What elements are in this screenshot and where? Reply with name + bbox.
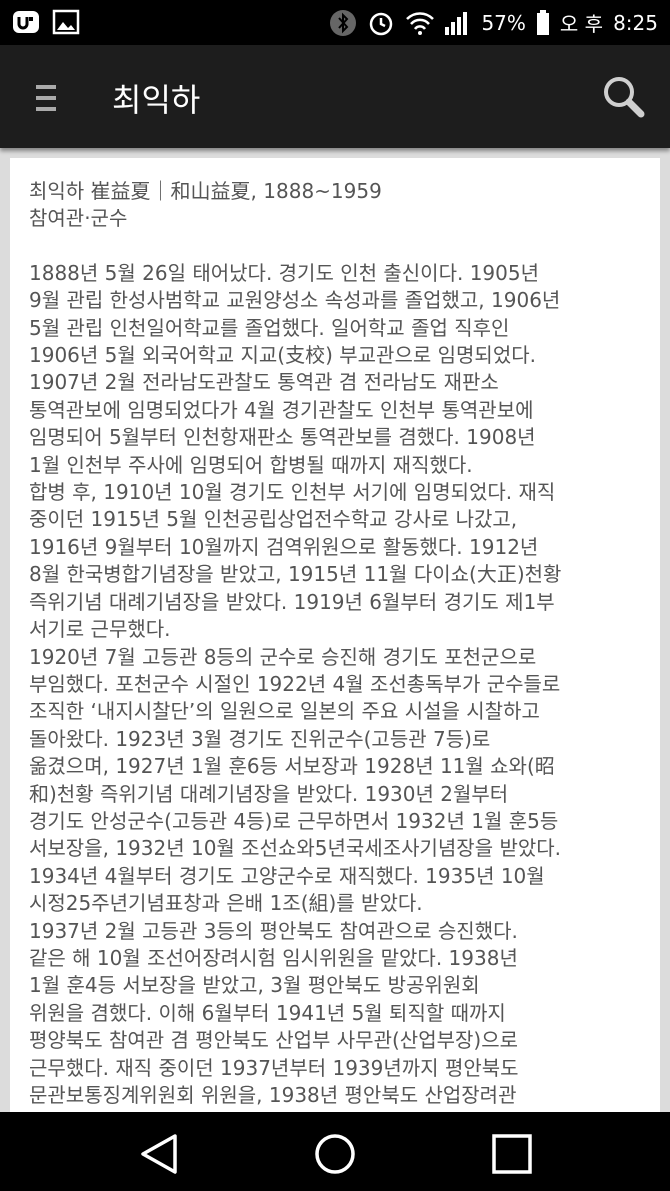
article-line: 8월 한국병합기념장을 받았고, 1915년 11월 다이쇼(大正)천황	[29, 562, 562, 587]
status-right: 57% 오 후 8:25	[329, 8, 658, 37]
home-icon	[313, 1134, 357, 1180]
time-prefix: 오 후	[559, 12, 604, 36]
article-line: 시정25주년기념표창과 은배 1조(組)를 받았다.	[29, 891, 423, 916]
navigation-bar	[0, 1112, 670, 1191]
article-line: 근무했다. 재직 중이던 1937년부터 1939년까지 평안북도	[29, 1055, 519, 1080]
menu-icon	[28, 85, 68, 119]
search-button[interactable]	[600, 73, 648, 121]
article-line: 경기도 안성군수(고등관 4등)로 근무하면서 1932년 1월 훈5등	[29, 808, 559, 833]
back-button[interactable]	[137, 1132, 181, 1176]
menu-button[interactable]	[28, 81, 68, 115]
home-button[interactable]	[313, 1132, 357, 1176]
article-line: 和)천황 즉위기념 대례기념장을 받았다. 1930년 2월부터	[29, 781, 509, 806]
article-line: 옮겼으며, 1927년 1월 훈6등 서보장과 1928년 11월 쇼와(昭	[29, 754, 555, 779]
article-line: 서보장을, 1932년 10월 조선쇼와5년국세조사기념장을 받았다.	[29, 836, 562, 861]
article-line: 위원을 겸했다. 이해 6월부터 1941년 5월 퇴직할 때까지	[29, 1000, 506, 1025]
article-line: 부임했다. 포천군수 시절인 1922년 4월 조선총독부가 군수들로	[29, 671, 561, 696]
status-left	[12, 8, 80, 36]
recents-icon	[490, 1134, 534, 1180]
article-body: 1888년 5월 26일 태어났다. 경기도 인천 출신이다. 1905년 9월 …	[29, 260, 649, 1110]
article-line: 1906년 5월 외국어학교 지교(支校) 부교관으로 임명되었다.	[29, 343, 536, 368]
alarm-icon	[367, 9, 395, 37]
gallery-icon	[52, 8, 80, 36]
recents-button[interactable]	[490, 1132, 534, 1176]
article-line: 9월 관립 한성사범학교 교원양성소 속성과를 졸업했고, 1906년	[29, 288, 561, 313]
article-line: 통역관보에 임명되었다가 4월 경기관찰도 인천부 통역관보에	[29, 397, 534, 422]
article-line: 문관보통징계위원회 위원을, 1938년 평안북도 산업장려관	[29, 1083, 517, 1107]
article-line: 1월 인천부 주사에 임명되어 합병될 때까지 재직했다.	[29, 452, 473, 477]
search-icon	[600, 77, 648, 125]
article-line: 5월 관립 인천일어학교를 졸업했다. 일어학교 졸업 직후인	[29, 315, 510, 340]
article-line: 서기로 근무했다.	[29, 617, 171, 642]
article-line: 1937년 2월 고등관 3등의 평안북도 참여관으로 승진했다.	[29, 918, 518, 943]
clock: 8:25	[613, 10, 658, 35]
app-bar: 최익하	[0, 45, 670, 148]
battery-percent: 57%	[481, 10, 526, 35]
page-title: 최익하	[112, 81, 201, 119]
article-line: 1907년 2월 전라남도관찰도 통역관 겸 전라남도 재판소	[29, 370, 499, 395]
article-line: 평양북도 참여관 겸 평안북도 산업부 사무관(산업부장)으로	[29, 1028, 518, 1053]
bluetooth-icon	[329, 9, 357, 37]
article-line: 돌아왔다. 1923년 3월 경기도 진위군수(고등관 7등)로	[29, 726, 491, 751]
article-header-name: 최익하 崔益夏｜和山益夏, 1888~1959	[29, 179, 382, 203]
article-content: 최익하 崔益夏｜和山益夏, 1888~1959 참여관·군수 1888년 5월 …	[29, 178, 649, 1109]
status-bar: 57% 오 후 8:25	[0, 0, 670, 45]
article-line: 중이던 1915년 5월 인천공립상업전수학교 강사로 나갔고,	[29, 507, 518, 532]
wifi-icon	[405, 9, 435, 37]
signal-icon	[443, 9, 471, 37]
article-line: 1920년 7월 고등관 8등의 군수로 승진해 경기도 포천군으로	[29, 644, 537, 669]
article-line: 즉위기념 대례기념장을 받았다. 1919년 6월부터 경기도 제1부	[29, 589, 555, 614]
article-line: 1월 훈4등 서보장을 받았고, 3월 평안북도 방공위원회	[29, 973, 480, 998]
article-line: 임명되어 5월부터 인천항재판소 통역관보를 겸했다. 1908년	[29, 425, 536, 450]
article-line: 합병 후, 1910년 10월 경기도 인천부 서기에 임명되었다. 재직	[29, 480, 556, 505]
app-logo-icon	[12, 8, 40, 36]
article-line: 같은 해 10월 조선어장려시험 임시위원을 맡았다. 1938년	[29, 945, 518, 970]
article-line: 조직한 ‘내지시찰단’의 일원으로 일본의 주요 시설을 시찰하고	[29, 699, 540, 724]
article-line: 1916년 9월부터 10월까지 검역위원으로 활동했다. 1912년	[29, 534, 539, 559]
article-card: 최익하 崔益夏｜和山益夏, 1888~1959 참여관·군수 1888년 5월 …	[10, 158, 660, 1118]
article-line: 1888년 5월 26일 태어났다. 경기도 인천 출신이다. 1905년	[29, 260, 539, 285]
back-icon	[137, 1134, 181, 1180]
battery-icon	[536, 9, 550, 37]
article-header-role: 참여관·군수	[29, 206, 128, 231]
article-line: 1934년 4월부터 경기도 고양군수로 재직했다. 1935년 10월	[29, 863, 545, 888]
